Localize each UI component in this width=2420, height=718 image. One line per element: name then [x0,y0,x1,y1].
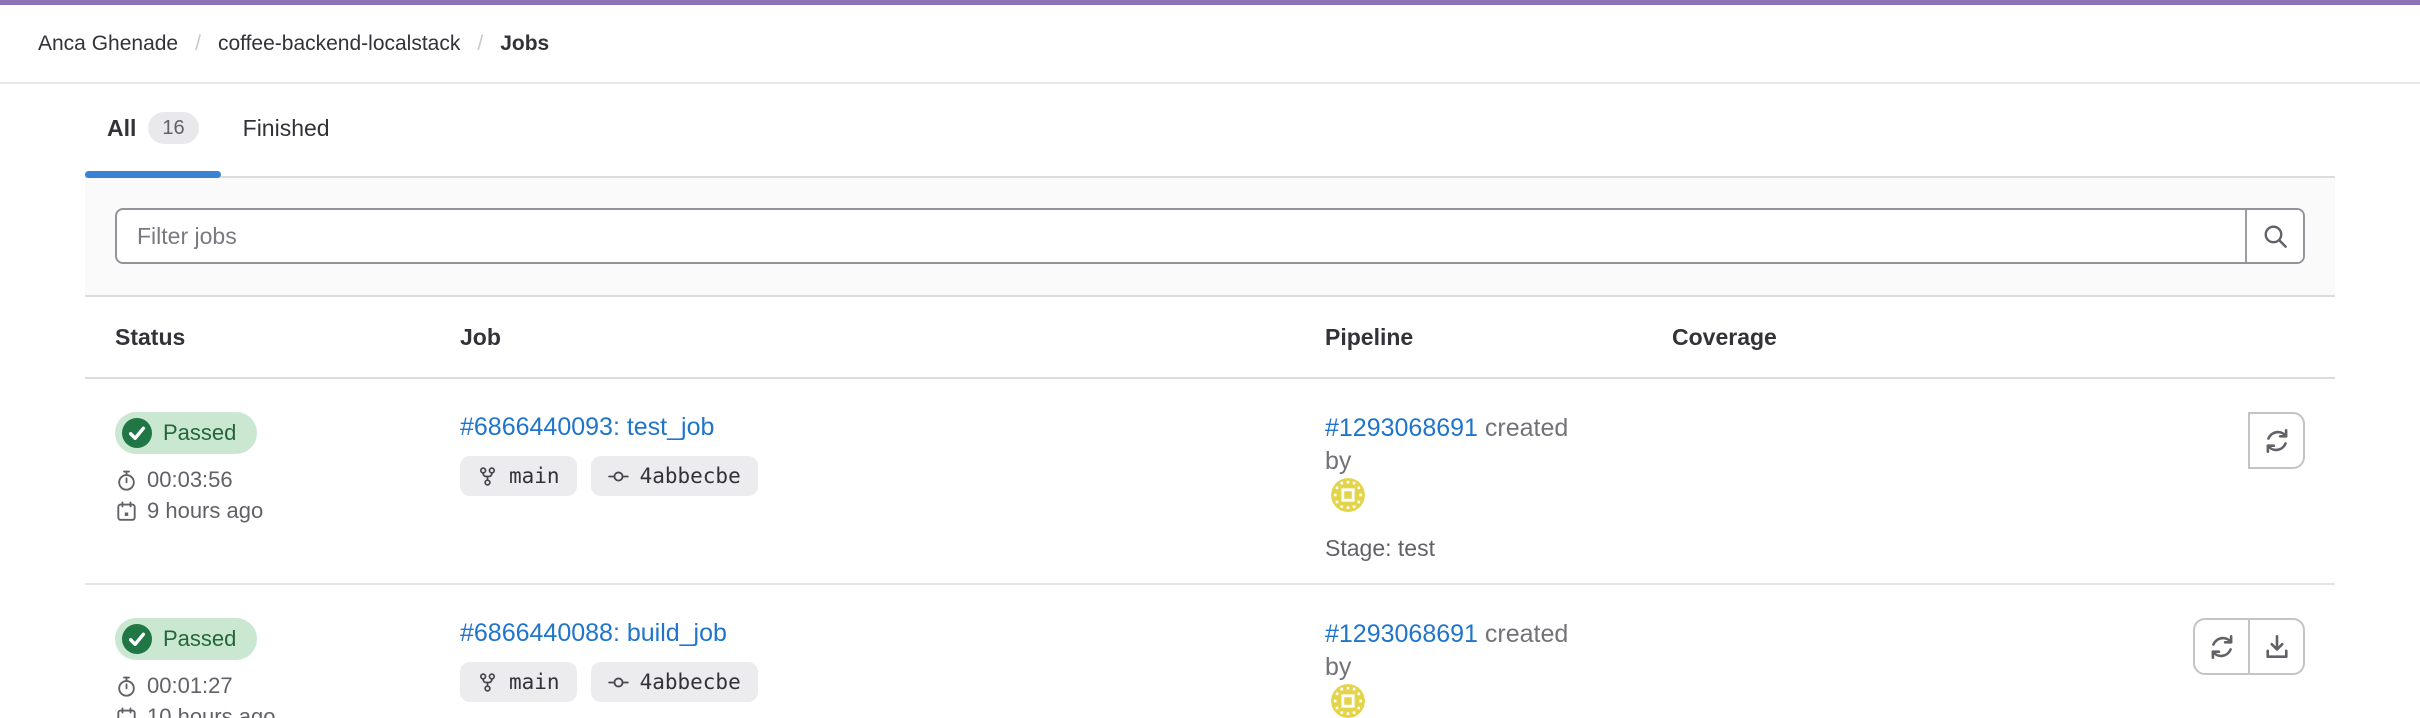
status-label: Passed [163,626,236,652]
pipeline-avatar[interactable] [1331,478,1365,512]
coverage-cell [1672,412,2055,562]
coverage-cell [1672,618,2055,718]
age-value: 10 hours ago [147,704,275,718]
stage-label: Stage: test [1325,534,1672,562]
breadcrumb-current-page: Jobs [500,32,549,56]
retry-job-button[interactable] [2193,618,2250,675]
duration-value: 00:03:56 [147,467,233,493]
commit-sha: 4abbecbe [640,670,741,694]
commit-icon [608,672,629,693]
pipeline-link[interactable]: #1293068691 [1325,620,1478,648]
stopwatch-icon [115,469,138,492]
calendar-icon [115,706,138,718]
search-icon [2262,223,2289,250]
check-circle-icon [122,418,152,448]
job-duration: 00:01:27 [115,673,460,699]
breadcrumb: Anca Ghenade / coffee-backend-localstack… [0,5,2420,84]
pipeline-by-line: by [1325,445,1672,512]
age-value: 9 hours ago [147,498,263,524]
commit-icon [608,466,629,487]
jobs-tabs: All 16 Finished [85,84,2335,178]
job-link[interactable]: #6866440088: build_job [460,618,727,648]
status-cell: Passed 00:03:56 9 hours ago [115,412,460,562]
job-link[interactable]: #6866440093: test_job [460,412,714,442]
download-artifacts-button[interactable] [2248,618,2305,675]
stopwatch-icon [115,675,138,698]
check-circle-icon [122,624,152,654]
header-coverage: Coverage [1672,323,2055,351]
branch-icon [477,672,498,693]
by-label: by [1325,653,1351,681]
duration-value: 00:01:27 [147,673,233,699]
breadcrumb-separator: / [477,32,483,56]
tab-finished[interactable]: Finished [221,84,352,176]
pipeline-line: #1293068691 created [1325,618,1672,651]
retry-icon [2208,633,2236,661]
filter-bar [85,178,2335,297]
header-actions [2055,323,2305,351]
branch-name: main [509,464,560,488]
job-cell: #6866440093: test_job main 4abbecbe [460,412,1325,562]
status-badge[interactable]: Passed [115,618,257,660]
commit-sha-pill[interactable]: 4abbecbe [591,662,758,702]
pipeline-line: #1293068691 created [1325,412,1672,445]
by-label: by [1325,447,1351,475]
retry-icon [2263,427,2291,455]
header-status: Status [115,323,460,351]
download-icon [2263,633,2291,661]
job-refs: main 4abbecbe [460,456,1325,496]
table-row: Passed 00:03:56 9 hours ago #6866440093:… [85,379,2335,585]
commit-sha: 4abbecbe [640,464,741,488]
pipeline-by-line: by [1325,651,1672,718]
status-badge[interactable]: Passed [115,412,257,454]
created-label: created [1485,414,1568,442]
job-refs: main 4abbecbe [460,662,1325,702]
filter-search-box [115,208,2305,264]
breadcrumb-group-link[interactable]: Anca Ghenade [38,32,178,56]
calendar-icon [115,500,138,523]
jobs-table: Status Job Pipeline Coverage Passed 00:0… [85,297,2335,718]
job-age: 9 hours ago [115,498,460,524]
commit-sha-pill[interactable]: 4abbecbe [591,456,758,496]
job-duration: 00:03:56 [115,467,460,493]
filter-jobs-input[interactable] [117,210,2245,262]
pipeline-cell: #1293068691 created by Stage: test [1325,412,1672,562]
table-header-row: Status Job Pipeline Coverage [85,297,2335,379]
branch-name: main [509,670,560,694]
jobs-page: All 16 Finished Status Job Pipeline Cove… [85,84,2335,718]
actions-cell [2055,618,2305,718]
job-age: 10 hours ago [115,704,460,718]
tab-all-label: All [107,114,136,142]
tab-finished-label: Finished [243,114,330,142]
pipeline-cell: #1293068691 created by Stage: build [1325,618,1672,718]
header-pipeline: Pipeline [1325,323,1672,351]
breadcrumb-separator: / [195,32,201,56]
table-row: Passed 00:01:27 10 hours ago #6866440088… [85,585,2335,718]
pipeline-link[interactable]: #1293068691 [1325,414,1478,442]
actions-cell [2055,412,2305,562]
breadcrumb-project-link[interactable]: coffee-backend-localstack [218,32,460,56]
branch-ref-pill[interactable]: main [460,662,577,702]
retry-job-button[interactable] [2248,412,2305,469]
header-job: Job [460,323,1325,351]
created-label: created [1485,620,1568,648]
status-cell: Passed 00:01:27 10 hours ago [115,618,460,718]
status-label: Passed [163,420,236,446]
search-button[interactable] [2245,210,2303,262]
branch-ref-pill[interactable]: main [460,456,577,496]
pipeline-avatar[interactable] [1331,684,1365,718]
branch-icon [477,466,498,487]
job-cell: #6866440088: build_job main 4abbecbe [460,618,1325,718]
tab-all[interactable]: All 16 [85,84,221,176]
tab-all-count-badge: 16 [148,112,198,144]
